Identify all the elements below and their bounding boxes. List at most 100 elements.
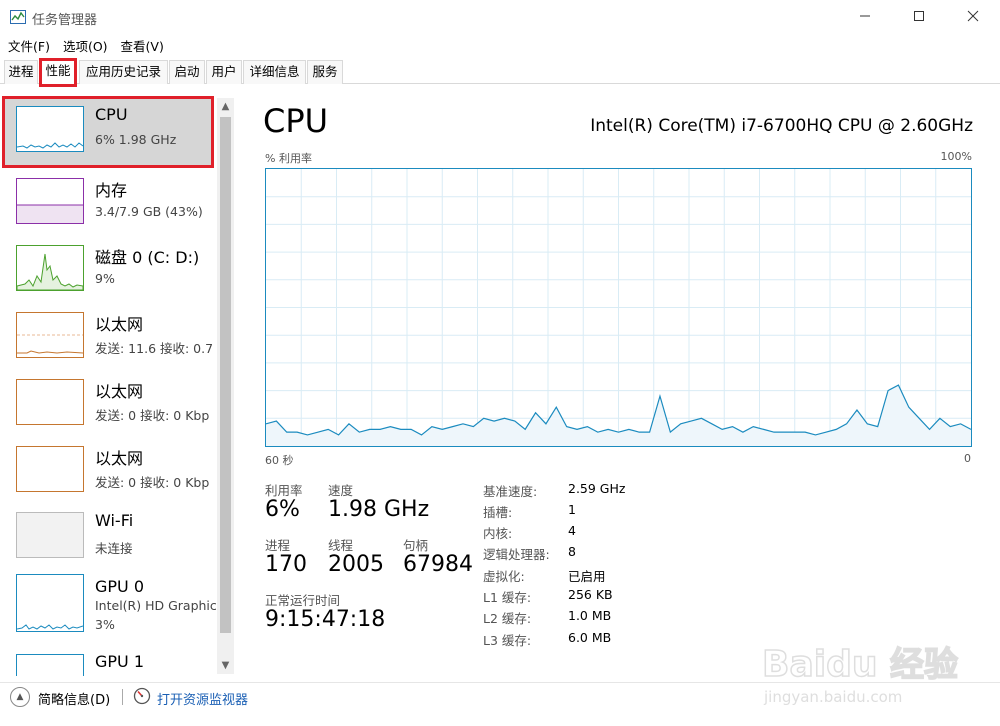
cpu-model-name: Intel(R) Core(TM) i7-6700HQ CPU @ 2.60GH… — [590, 116, 973, 136]
y-axis-label: % 利用率 — [265, 152, 312, 165]
resource-list-scrollbar[interactable]: ▲ ▼ — [217, 98, 234, 674]
processes-value: 170 — [265, 552, 307, 577]
handles-value: 67984 — [403, 552, 473, 577]
ethernet-thumbnail — [16, 312, 84, 358]
info-label: 虚拟化: — [483, 569, 525, 584]
tab-app-history[interactable]: 应用历史记录 — [79, 60, 168, 84]
resource-ethernet-3[interactable]: 以太网 发送: 0 接收: 0 Kbp — [2, 436, 214, 502]
minimize-button[interactable] — [842, 0, 888, 32]
resource-disk[interactable]: 磁盘 0 (C: D:) 9% — [2, 235, 214, 301]
cpu-thumbnail — [16, 106, 84, 152]
maximize-icon — [914, 11, 924, 21]
resource-subtitle: 9% — [95, 271, 115, 286]
resource-subtitle: 发送: 11.6 接收: 0.7 — [95, 341, 214, 356]
cpu-graph-svg — [265, 169, 972, 446]
menu-view[interactable]: 查看(V) — [121, 36, 164, 56]
info-label: 插槽: — [483, 505, 513, 520]
ethernet-thumbnail — [16, 446, 84, 492]
gpu-thumbnail — [16, 574, 84, 632]
menu-options[interactable]: 选项(O) — [63, 36, 108, 56]
cpu-utilization-graph — [265, 168, 972, 447]
memory-thumbnail — [16, 178, 84, 224]
window-title: 任务管理器 — [32, 13, 98, 28]
tab-bar: 进程 性能 应用历史记录 启动 用户 详细信息 服务 — [0, 58, 1000, 84]
page-title: CPU — [263, 102, 329, 140]
scroll-up-icon[interactable]: ▲ — [217, 98, 234, 115]
info-label: L2 缓存: — [483, 611, 532, 626]
utilization-value: 6% — [265, 497, 300, 522]
tab-users[interactable]: 用户 — [206, 60, 242, 84]
resource-title: GPU 0 — [95, 577, 145, 596]
task-manager-icon — [10, 10, 26, 24]
menu-file[interactable]: 文件(F) — [8, 36, 50, 56]
info-value: 已启用 — [568, 569, 606, 584]
speed-value: 1.98 GHz — [328, 497, 430, 522]
y-axis-max: 100% — [940, 150, 972, 163]
resource-wifi[interactable]: Wi-Fi 未连接 — [2, 502, 214, 568]
menu-bar: 文件(F) 选项(O) 查看(V) — [0, 36, 169, 56]
uptime-value: 9:15:47:18 — [265, 607, 386, 632]
footer-divider — [122, 689, 123, 705]
resource-title: 以太网 — [95, 382, 144, 401]
chevron-up-icon[interactable]: ▲ — [10, 687, 30, 707]
open-resource-monitor-link[interactable]: 打开资源监视器 — [157, 689, 248, 708]
resource-list: CPU 6% 1.98 GHz 内存 3.4/7.9 GB (43%) 磁盘 0… — [0, 92, 234, 676]
resource-title: Wi-Fi — [95, 511, 134, 530]
info-value: 1 — [568, 502, 576, 517]
resource-monitor-icon — [133, 687, 151, 705]
tab-details[interactable]: 详细信息 — [243, 60, 306, 84]
minimize-icon — [860, 15, 870, 17]
tab-performance[interactable]: 性能 — [41, 59, 75, 84]
footer: ▲ 简略信息(D) 打开资源监视器 — [0, 682, 1000, 726]
gpu-thumbnail — [16, 654, 84, 676]
resource-cpu[interactable]: CPU 6% 1.98 GHz — [2, 96, 214, 168]
threads-value: 2005 — [328, 552, 384, 577]
resource-subtitle-2: 3% — [95, 617, 115, 632]
watermark-brand-cn: 经验 — [890, 645, 958, 685]
tab-startup[interactable]: 启动 — [169, 60, 205, 84]
ethernet-thumbnail — [16, 379, 84, 425]
info-value: 8 — [568, 544, 576, 559]
resource-title: 以太网 — [95, 449, 144, 468]
resource-title: 以太网 — [95, 315, 144, 334]
watermark-brand: Baidu — [762, 644, 877, 685]
resource-title: CPU — [95, 105, 128, 124]
tab-services[interactable]: 服务 — [307, 60, 343, 84]
scroll-down-icon[interactable]: ▼ — [217, 657, 234, 674]
resource-subtitle: 未连接 — [95, 541, 133, 556]
close-button[interactable] — [950, 0, 996, 32]
info-value: 6.0 MB — [568, 630, 612, 645]
info-label: 基准速度: — [483, 484, 538, 499]
resource-subtitle: 6% 1.98 GHz — [95, 132, 177, 147]
x-axis-left: 60 秒 — [265, 454, 294, 467]
resource-gpu-1[interactable]: GPU 1 — [2, 648, 214, 676]
info-value: 2.59 GHz — [568, 481, 626, 496]
title-bar: 任务管理器 — [0, 0, 1000, 34]
resource-subtitle: Intel(R) HD Graphic — [95, 598, 217, 613]
disk-thumbnail — [16, 245, 84, 291]
resource-ethernet-2[interactable]: 以太网 发送: 0 接收: 0 Kbp — [2, 369, 214, 435]
maximize-button[interactable] — [896, 0, 942, 32]
resource-title: 内存 — [95, 181, 128, 200]
x-axis-right: 0 — [964, 452, 971, 465]
resource-subtitle: 3.4/7.9 GB (43%) — [95, 204, 203, 219]
resource-subtitle: 发送: 0 接收: 0 Kbp — [95, 408, 210, 423]
scroll-thumb[interactable] — [220, 117, 231, 633]
resource-ethernet-1[interactable]: 以太网 发送: 11.6 接收: 0.7 — [2, 302, 214, 368]
resource-title: 磁盘 0 (C: D:) — [95, 248, 200, 267]
info-value: 4 — [568, 523, 576, 538]
info-value: 1.0 MB — [568, 608, 612, 623]
resource-title: GPU 1 — [95, 652, 145, 671]
tab-processes[interactable]: 进程 — [4, 60, 38, 84]
info-label: L1 缓存: — [483, 590, 532, 605]
close-icon — [967, 10, 979, 22]
info-label: 逻辑处理器: — [483, 547, 550, 562]
info-value: 256 KB — [568, 587, 613, 602]
info-label: L3 缓存: — [483, 633, 532, 648]
resource-subtitle: 发送: 0 接收: 0 Kbp — [95, 475, 210, 490]
wifi-thumbnail — [16, 512, 84, 558]
resource-memory[interactable]: 内存 3.4/7.9 GB (43%) — [2, 168, 214, 234]
info-label: 内核: — [483, 526, 513, 541]
resource-gpu-0[interactable]: GPU 0 Intel(R) HD Graphic 3% — [2, 568, 217, 648]
fewer-details-link[interactable]: 简略信息(D) — [38, 689, 110, 708]
